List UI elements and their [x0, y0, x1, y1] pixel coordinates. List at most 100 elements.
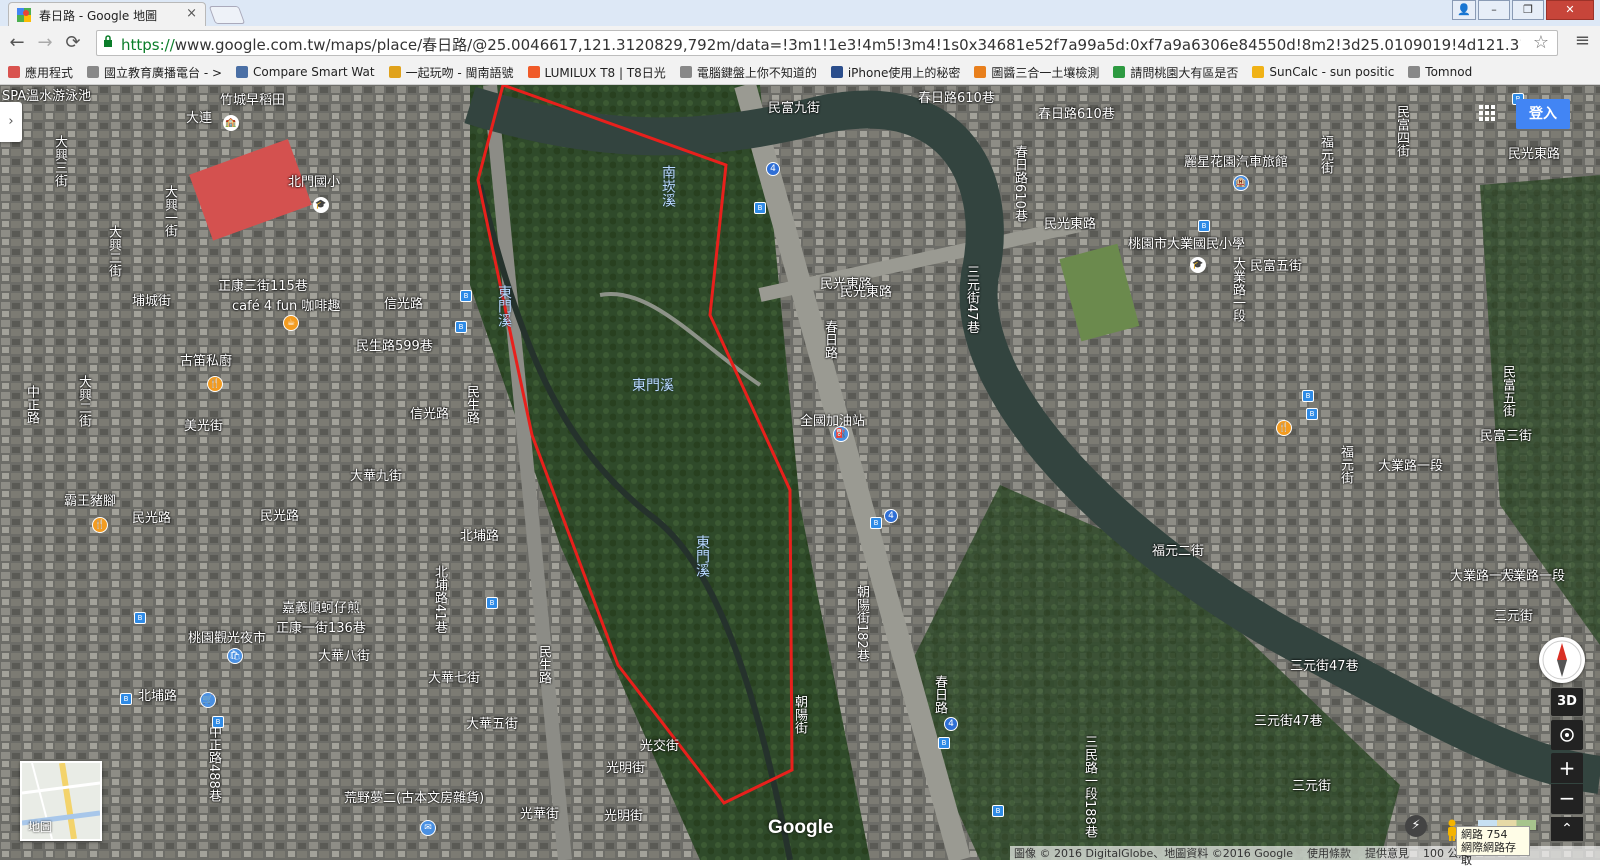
map-label[interactable]: 民光東路 [840, 281, 892, 300]
bookmark-item[interactable]: 圖醬三合一土壤檢測 [974, 64, 1099, 81]
footer-link[interactable]: 提供意見 [1365, 845, 1409, 861]
map-label[interactable]: 南崁溪 [658, 165, 678, 207]
bus-stop-icon[interactable]: B [212, 716, 224, 728]
map-label[interactable]: 麗星花園汽車旅館 [1184, 151, 1288, 170]
map-label[interactable]: 埔城街 [132, 290, 171, 309]
gas-station-icon[interactable]: ⛽ [833, 426, 849, 442]
map-label[interactable]: 大華九街 [350, 465, 402, 484]
expand-imagery-button[interactable]: ⌃ [1551, 817, 1583, 841]
shopping-icon[interactable]: 🛒 [200, 692, 216, 708]
zoom-out-button[interactable]: − [1551, 784, 1583, 814]
bus-stop-icon[interactable]: B [455, 321, 467, 333]
school-icon[interactable]: 🏫 [223, 115, 239, 131]
bookmark-item[interactable]: 一起玩吻 - 閩南語號 [388, 64, 514, 81]
map-label[interactable]: 大業路一段 [1378, 455, 1443, 474]
apps-grid-icon[interactable] [1478, 104, 1496, 122]
map-label[interactable]: 全國加油站 [800, 410, 865, 429]
map-label[interactable]: café 4 fun 咖啡趣 [232, 295, 340, 314]
map-label[interactable]: 福元街 [1336, 445, 1355, 484]
bus-stop-icon[interactable]: B [870, 517, 882, 529]
bookmark-item[interactable]: iPhone使用上的秘密 [830, 64, 960, 81]
map-label[interactable]: 春日路610巷 [1038, 103, 1115, 122]
compass-control[interactable] [1539, 637, 1585, 683]
school-icon[interactable]: 🎓 [1190, 257, 1206, 273]
shopping-icon[interactable]: 🛍 [227, 648, 243, 664]
profile-icon[interactable]: 👤 [1452, 0, 1476, 20]
bus-stop-icon[interactable]: B [1306, 408, 1318, 420]
map-label[interactable]: 三元街47巷 [1290, 655, 1359, 674]
map-label[interactable]: 春日路610巷 [918, 87, 995, 106]
map-label[interactable]: 民富九街 [768, 97, 820, 116]
bookmark-item[interactable]: LUMILUX T8 | T8日光 [527, 64, 666, 81]
restaurant-icon[interactable]: 🍴 [207, 376, 223, 392]
map-label[interactable]: 民生路 [534, 645, 553, 684]
footer-link[interactable]: 使用條款 [1307, 845, 1351, 861]
map-label[interactable]: 民光路 [260, 505, 299, 524]
map-label[interactable]: 古笛私廚 [180, 350, 232, 369]
map-label[interactable]: 嘉義順蚵仔煎 [282, 597, 360, 616]
map-label[interactable]: 桃園觀光夜市 [188, 627, 266, 646]
map-label[interactable]: 霸王豬腳 [64, 490, 116, 509]
map-label[interactable]: 美光街 [184, 415, 223, 434]
map-type-switcher[interactable]: 地圖 [20, 761, 102, 841]
map-label[interactable]: 大華七街 [428, 667, 480, 686]
bookmark-item[interactable]: 電腦鍵盤上你不知道的 [679, 64, 817, 81]
map-label[interactable]: 春日路 [930, 675, 949, 714]
chrome-menu-icon[interactable]: ≡ [1575, 30, 1590, 51]
shop-icon[interactable]: ✉ [420, 820, 436, 836]
my-location-button[interactable] [1551, 720, 1583, 750]
map-label[interactable]: 正康一街136巷 [276, 617, 366, 636]
map-label[interactable]: 北埔路 [460, 525, 499, 544]
map-label[interactable]: 朝陽街182巷 [852, 585, 871, 662]
bookmark-item[interactable]: Tomnod [1408, 65, 1472, 79]
map-label[interactable]: 大興二街 [74, 375, 93, 427]
signin-button[interactable]: 登入 [1516, 99, 1570, 129]
map-label[interactable]: 民富三街 [1480, 425, 1532, 444]
3d-toggle-button[interactable]: 3D [1551, 688, 1583, 716]
map-label[interactable]: 東門溪 [632, 375, 674, 395]
maximize-button[interactable]: ❐ [1512, 0, 1544, 20]
lightning-icon[interactable]: ⚡ [1405, 815, 1427, 837]
map-label[interactable]: 大興三街 [50, 135, 69, 187]
map-label[interactable]: 東門溪 [692, 535, 712, 577]
bus-stop-icon[interactable]: B [754, 202, 766, 214]
map-label[interactable]: 北門國小 [288, 171, 340, 190]
map-label[interactable]: 大業路一段 [1228, 257, 1247, 322]
map-label[interactable]: 三元街47巷 [962, 265, 981, 334]
map-label[interactable]: 三民路一段188巷 [1080, 735, 1099, 838]
map-label[interactable]: 荒野夢二(古本文房雜貨) [344, 787, 484, 806]
map-label[interactable]: 光明街 [606, 757, 645, 776]
map-label[interactable]: 朝陽街 [790, 695, 809, 734]
bus-stop-icon[interactable]: B [460, 290, 472, 302]
map-label[interactable]: 春日路610巷 [1010, 145, 1029, 222]
map-label[interactable]: 大華五街 [466, 713, 518, 732]
restaurant-icon[interactable]: 🍴 [1276, 420, 1292, 436]
map-label[interactable]: 民光路 [132, 507, 171, 526]
map-label[interactable]: 光華街 [520, 803, 559, 822]
map-label[interactable]: 大業路一段 [1500, 565, 1565, 584]
bus-stop-icon[interactable]: B [120, 693, 132, 705]
reload-button[interactable]: ⟳ [62, 32, 84, 54]
bus-stop-icon[interactable]: B [938, 737, 950, 749]
map-label[interactable]: 民光東路 [1044, 213, 1096, 232]
map-label[interactable]: 民生路599巷 [356, 335, 433, 354]
tab-active[interactable]: 春日路 - Google 地圖 × [8, 2, 206, 27]
back-button[interactable]: ← [6, 32, 28, 54]
map-label[interactable]: 民富四街 [1392, 105, 1411, 157]
new-tab-button[interactable] [208, 6, 246, 24]
zoom-in-button[interactable]: + [1551, 753, 1583, 783]
map-label[interactable]: 民光東路 [1508, 143, 1560, 162]
map-label[interactable]: 福元二街 [1152, 540, 1204, 559]
bus-stop-icon[interactable]: B [134, 612, 146, 624]
map-label[interactable]: 北埔路41巷 [430, 565, 449, 634]
bookmark-item[interactable]: 請問桃園大有區是否 [1113, 64, 1238, 81]
map-label[interactable]: 大興一街 [160, 185, 179, 237]
forward-button[interactable]: → [34, 32, 56, 54]
map-label[interactable]: 中正路488巷 [204, 725, 223, 802]
map-label[interactable]: 光明街 [604, 805, 643, 824]
side-panel-toggle[interactable]: › [0, 102, 22, 142]
map-label[interactable]: 桃園市大業國民小學 [1128, 233, 1245, 252]
map-label[interactable]: 大華八街 [318, 645, 370, 664]
map-label[interactable]: 民富五街 [1498, 365, 1517, 417]
bus-stop-icon[interactable]: B [1302, 390, 1314, 402]
